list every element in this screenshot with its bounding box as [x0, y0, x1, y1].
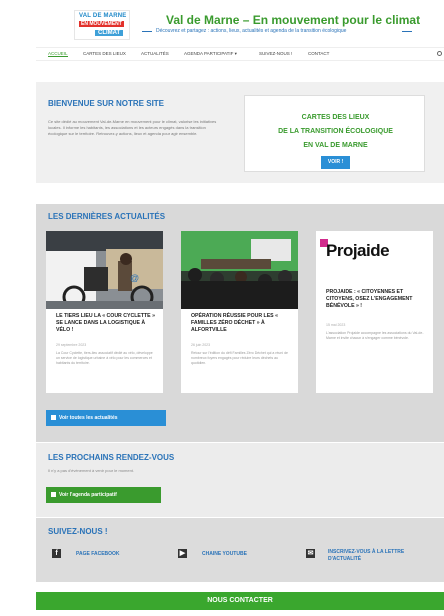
- facebook-link[interactable]: PAGE FACEBOOK: [76, 551, 120, 557]
- subtitle-dash-right: [402, 31, 412, 32]
- news-card[interactable]: OPÉRATION RÉUSSIE POUR LES « FAMILLES ZÉ…: [181, 231, 298, 393]
- newsletter-icon[interactable]: ✉: [306, 549, 315, 558]
- nav-item-accueil[interactable]: Accueil: [48, 51, 68, 57]
- news-card-date: 29 septembre 2023: [56, 343, 87, 347]
- map-box-line-3: EN VAL DE MARNE: [303, 142, 368, 149]
- site-header: VAL DE MARNE EN MOUVEMENT CLIMAT Val de …: [36, 0, 444, 44]
- newsletter-link[interactable]: INSCRIVEZ-VOUS À LA LETTRE D'ACTUALITÉ: [328, 549, 408, 563]
- events-empty-text: Il n'y a pas d'événement à venir pour le…: [48, 468, 135, 473]
- site-logo[interactable]: VAL DE MARNE EN MOUVEMENT CLIMAT: [74, 10, 130, 40]
- main-nav: Accueil Cartes des lieux Actualités Agen…: [36, 47, 444, 61]
- logo-line-2: EN MOUVEMENT: [79, 21, 124, 27]
- news-card-title[interactable]: PROJAIDE : « CITOYENNES ET CITOYENS, OSE…: [326, 289, 426, 310]
- map-cards-box[interactable]: CARTES DES LIEUX DE LA TRANSITION ÉCOLOG…: [244, 95, 425, 172]
- follow-section: Suivez-nous ! f PAGE FACEBOOK ▶ CHAINE Y…: [36, 518, 444, 582]
- projaide-logo-text: Projaide: [326, 241, 390, 260]
- news-card-excerpt: Retour sur l'édition du défi Familles Zé…: [191, 351, 288, 365]
- events-section: Les prochains rendez-vous Il n'y a pas d…: [36, 443, 444, 517]
- map-box-line-2: DE LA TRANSITION ÉCOLOGIQUE: [278, 128, 393, 135]
- site-title[interactable]: Val de Marne – En mouvement pour le clim…: [166, 13, 420, 27]
- calendar-icon: [51, 492, 56, 497]
- news-card-excerpt: L'association Projaide accompagne les as…: [326, 331, 424, 340]
- contact-button[interactable]: Nous contacter: [36, 592, 444, 610]
- site-subtitle: Découvrez et partagez : actions, lieux, …: [156, 28, 347, 34]
- news-section: Les dernières actualités @ LE T: [36, 204, 444, 442]
- news-card-title[interactable]: OPÉRATION RÉUSSIE POUR LES « FAMILLES ZÉ…: [191, 313, 291, 334]
- agenda-button[interactable]: Voir l'agenda participatif: [46, 487, 161, 503]
- search-icon[interactable]: [437, 51, 442, 56]
- youtube-icon[interactable]: ▶: [178, 549, 187, 558]
- nav-item-contact[interactable]: Contact: [308, 51, 329, 56]
- facebook-icon[interactable]: f: [52, 549, 61, 558]
- all-news-button-label: Voir toutes les actualités: [59, 415, 118, 421]
- news-card-image-meeting[interactable]: [181, 231, 298, 309]
- agenda-button-label: Voir l'agenda participatif: [59, 492, 117, 498]
- nav-item-actualites[interactable]: Actualités: [141, 51, 169, 56]
- youtube-link[interactable]: CHAINE YOUTUBE: [202, 551, 247, 557]
- news-card[interactable]: @ LE TIERS LIEU LA « COUR CYCLETTE » SE …: [46, 231, 163, 393]
- nav-item-suivez[interactable]: Suivez-nous !: [259, 51, 292, 56]
- follow-title: Suivez-nous !: [48, 527, 108, 536]
- news-card-image-bike[interactable]: @: [46, 231, 163, 309]
- news-title: Les dernières actualités: [48, 212, 166, 221]
- page: VAL DE MARNE EN MOUVEMENT CLIMAT Val de …: [36, 0, 444, 616]
- map-voir-button[interactable]: VOIR !: [321, 156, 350, 169]
- welcome-text: Ce site dédié au mouvement Val-de-Marne …: [48, 119, 217, 136]
- newspaper-icon: [51, 415, 56, 420]
- subtitle-dash-left: [142, 31, 152, 32]
- welcome-section: Bienvenue sur notre site Ce site dédié a…: [36, 82, 444, 183]
- logo-line-1: VAL DE MARNE: [79, 13, 127, 19]
- welcome-title: Bienvenue sur notre site: [48, 99, 165, 108]
- news-card-date: 26 juin 2023: [191, 343, 211, 347]
- nav-item-cartes[interactable]: Cartes des lieux: [83, 51, 126, 56]
- all-news-button[interactable]: Voir toutes les actualités: [46, 410, 166, 426]
- news-card[interactable]: Projaide PROJAIDE : « CITOYENNES ET CITO…: [316, 231, 433, 393]
- map-box-line-1: CARTES DES LIEUX: [301, 114, 370, 121]
- nav-item-agenda[interactable]: Agenda participatif ▾: [184, 51, 237, 57]
- news-card-title[interactable]: LE TIERS LIEU LA « COUR CYCLETTE » SE LA…: [56, 313, 156, 334]
- news-card-date: 15 mai 2023: [326, 323, 346, 327]
- news-card-excerpt: La Cour Cyclette, tiers-lieu associatif …: [56, 351, 153, 365]
- logo-line-3: CLIMAT: [95, 30, 124, 36]
- svg-text:@: @: [130, 273, 139, 283]
- events-title: Les prochains rendez-vous: [48, 453, 175, 462]
